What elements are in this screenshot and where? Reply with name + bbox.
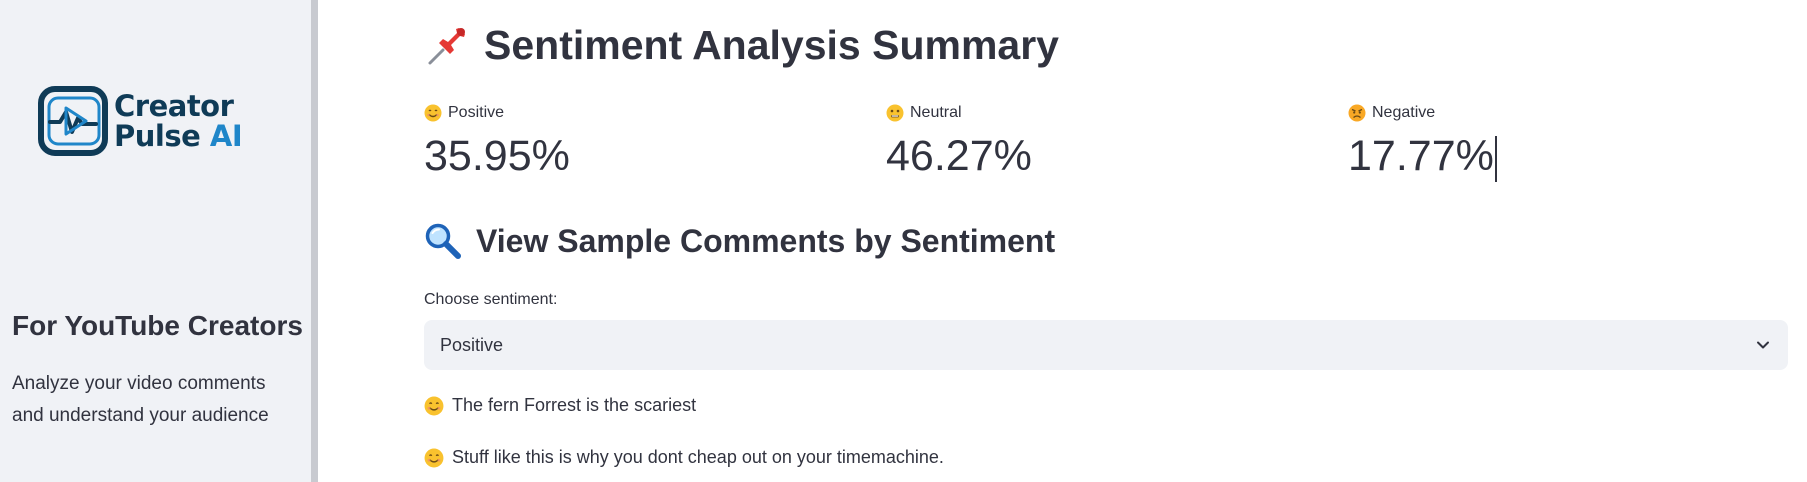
magnifying-glass-icon [424, 222, 462, 260]
smiling-face-icon [424, 448, 444, 468]
logo-line-1: Creator [114, 89, 234, 123]
samples-heading: View Sample Comments by Sentiment [424, 222, 1055, 260]
chevron-down-icon[interactable] [1754, 336, 1772, 354]
text-cursor [1494, 135, 1497, 182]
sidebar-description: Analyze your video comments and understa… [12, 373, 269, 426]
sentiment-select-value: Positive [440, 334, 504, 355]
sample-comment: Stuff like this is why you dont cheap ou… [424, 447, 944, 468]
logo-line-2: Pulse [114, 119, 201, 153]
metric-label-negative: Negative [1372, 104, 1436, 121]
logo-wordmark: Creator Pulse AI [114, 89, 243, 153]
metric-value-neutral: 46.27% [886, 132, 1032, 180]
metric-neutral: Neutral 46.27% [886, 102, 1032, 181]
metric-label-neutral: Neutral [910, 104, 962, 121]
pushpin-icon [424, 23, 470, 69]
metric-value-negative: 17.77% [1348, 132, 1497, 182]
metric-value-positive: 35.95% [424, 132, 570, 180]
sample-comment: The fern Forrest is the scariest [424, 395, 696, 416]
logo-line-3: AI [209, 119, 243, 153]
angry-face-icon [1348, 104, 1366, 122]
pulse-logo-icon [38, 86, 108, 156]
samples-heading-text: View Sample Comments by Sentiment [476, 222, 1056, 259]
metric-value-negative-text: 17.77% [1348, 132, 1494, 180]
smiling-face-icon [424, 104, 442, 122]
smiling-face-icon [424, 396, 444, 416]
logo: Creator Pulse AI [36, 84, 243, 158]
metric-positive: Positive 35.95% [424, 102, 570, 181]
summary-heading-text: Sentiment Analysis Summary [484, 22, 1059, 68]
main-content: Sentiment Analysis Summary Positive 35.9… [318, 0, 1807, 482]
summary-heading: Sentiment Analysis Summary [424, 22, 1059, 69]
neutral-face-icon [886, 104, 904, 122]
sidebar: Creator Pulse AI For YouTube Creators An… [0, 0, 318, 482]
sentiment-select-label: Choose sentiment: [424, 291, 558, 308]
metric-negative: Negative 17.77% [1348, 102, 1497, 182]
metric-label-positive: Positive [448, 104, 505, 121]
app-root: Creator Pulse AI For YouTube Creators An… [0, 0, 1807, 482]
comment-text: Stuff like this is why you dont cheap ou… [452, 447, 944, 467]
sentiment-select[interactable]: Positive [424, 320, 1788, 370]
comment-text: The fern Forrest is the scariest [452, 395, 697, 415]
sidebar-title: For YouTube Creators [12, 310, 303, 341]
